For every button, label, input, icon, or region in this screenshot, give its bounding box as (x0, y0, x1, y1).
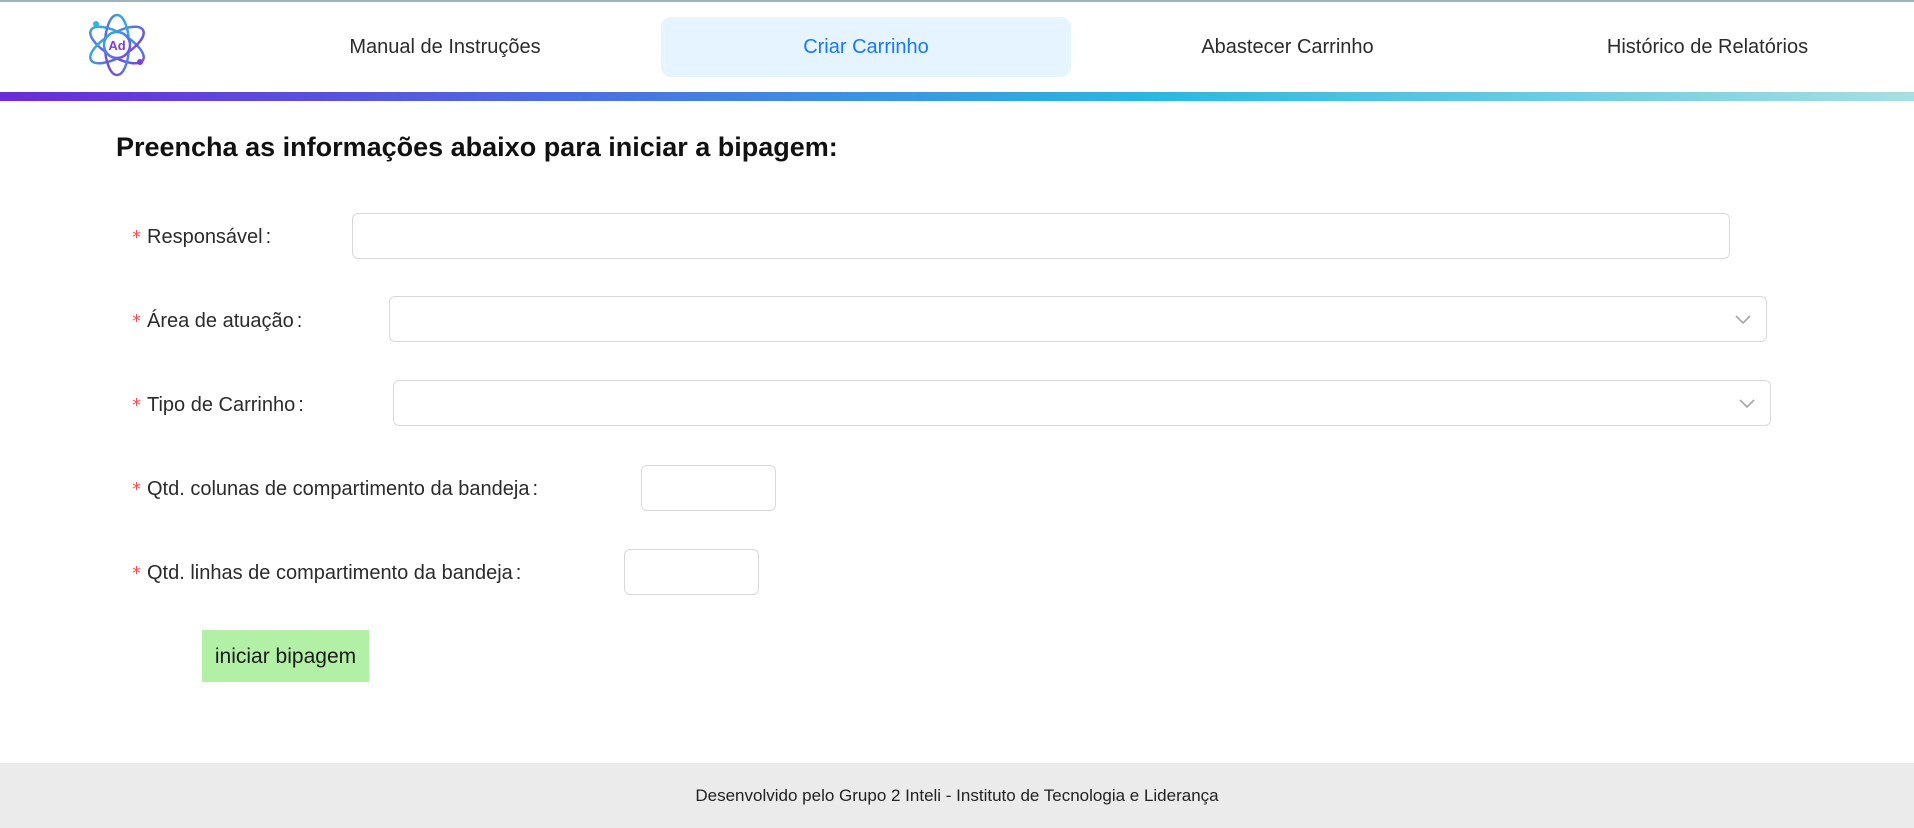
page-title: Preencha as informações abaixo para inic… (116, 132, 838, 162)
responsavel-text-field[interactable] (353, 214, 1729, 258)
qtd-colunas-number-field[interactable] (642, 466, 775, 510)
label-text: Tipo de Carrinho (147, 394, 296, 416)
field-label-qtd-colunas: * Qtd. colunas de compartimento da bandej… (132, 478, 539, 500)
label-text: Qtd. linhas de compartimento da bandeja (147, 562, 513, 584)
required-mark: * (132, 563, 141, 584)
nav-abastecer-carrinho[interactable]: Abastecer Carrinho (1130, 17, 1445, 77)
required-mark: * (132, 311, 141, 332)
logo-icon[interactable]: Ad (84, 12, 150, 78)
header: Ad Manual de Instruções Criar Carrinho A… (0, 2, 1914, 92)
field-label-responsavel: * Responsável: (132, 226, 272, 248)
qtd-linhas-number-field[interactable] (625, 550, 758, 594)
chevron-down-icon (1735, 315, 1751, 325)
tipo-de-carrinho-select[interactable] (393, 380, 1771, 426)
required-mark: * (132, 479, 141, 500)
field-label-qtd-linhas: * Qtd. linhas de compartimento da bandeja… (132, 562, 522, 584)
header-gradient-bar (0, 92, 1914, 101)
label-text: Área de atuação (147, 310, 294, 332)
field-label-area-de-atuacao: * Área de atuação: (132, 310, 303, 332)
responsavel-input[interactable] (352, 213, 1730, 259)
required-mark: * (132, 227, 141, 248)
required-mark: * (132, 395, 141, 416)
label-text: Responsável (147, 226, 263, 248)
field-label-tipo-de-carrinho: * Tipo de Carrinho: (132, 394, 304, 416)
qtd-linhas-input[interactable] (624, 549, 759, 595)
footer-text: Desenvolvido pelo Grupo 2 Inteli - Insti… (695, 786, 1219, 805)
logo-text: Ad (108, 38, 125, 53)
nav-manual-de-instrucoes[interactable]: Manual de Instruções (300, 17, 590, 77)
area-de-atuacao-select[interactable] (389, 296, 1767, 342)
qtd-colunas-input[interactable] (641, 465, 776, 511)
footer: Desenvolvido pelo Grupo 2 Inteli - Insti… (0, 763, 1914, 828)
chevron-down-icon (1739, 399, 1755, 409)
iniciar-bipagem-button[interactable]: iniciar bipagem (202, 630, 369, 682)
nav-criar-carrinho[interactable]: Criar Carrinho (661, 17, 1071, 77)
label-text: Qtd. colunas de compartimento da bandeja (147, 478, 530, 500)
nav-historico-de-relatorios[interactable]: Histórico de Relatórios (1560, 17, 1855, 77)
